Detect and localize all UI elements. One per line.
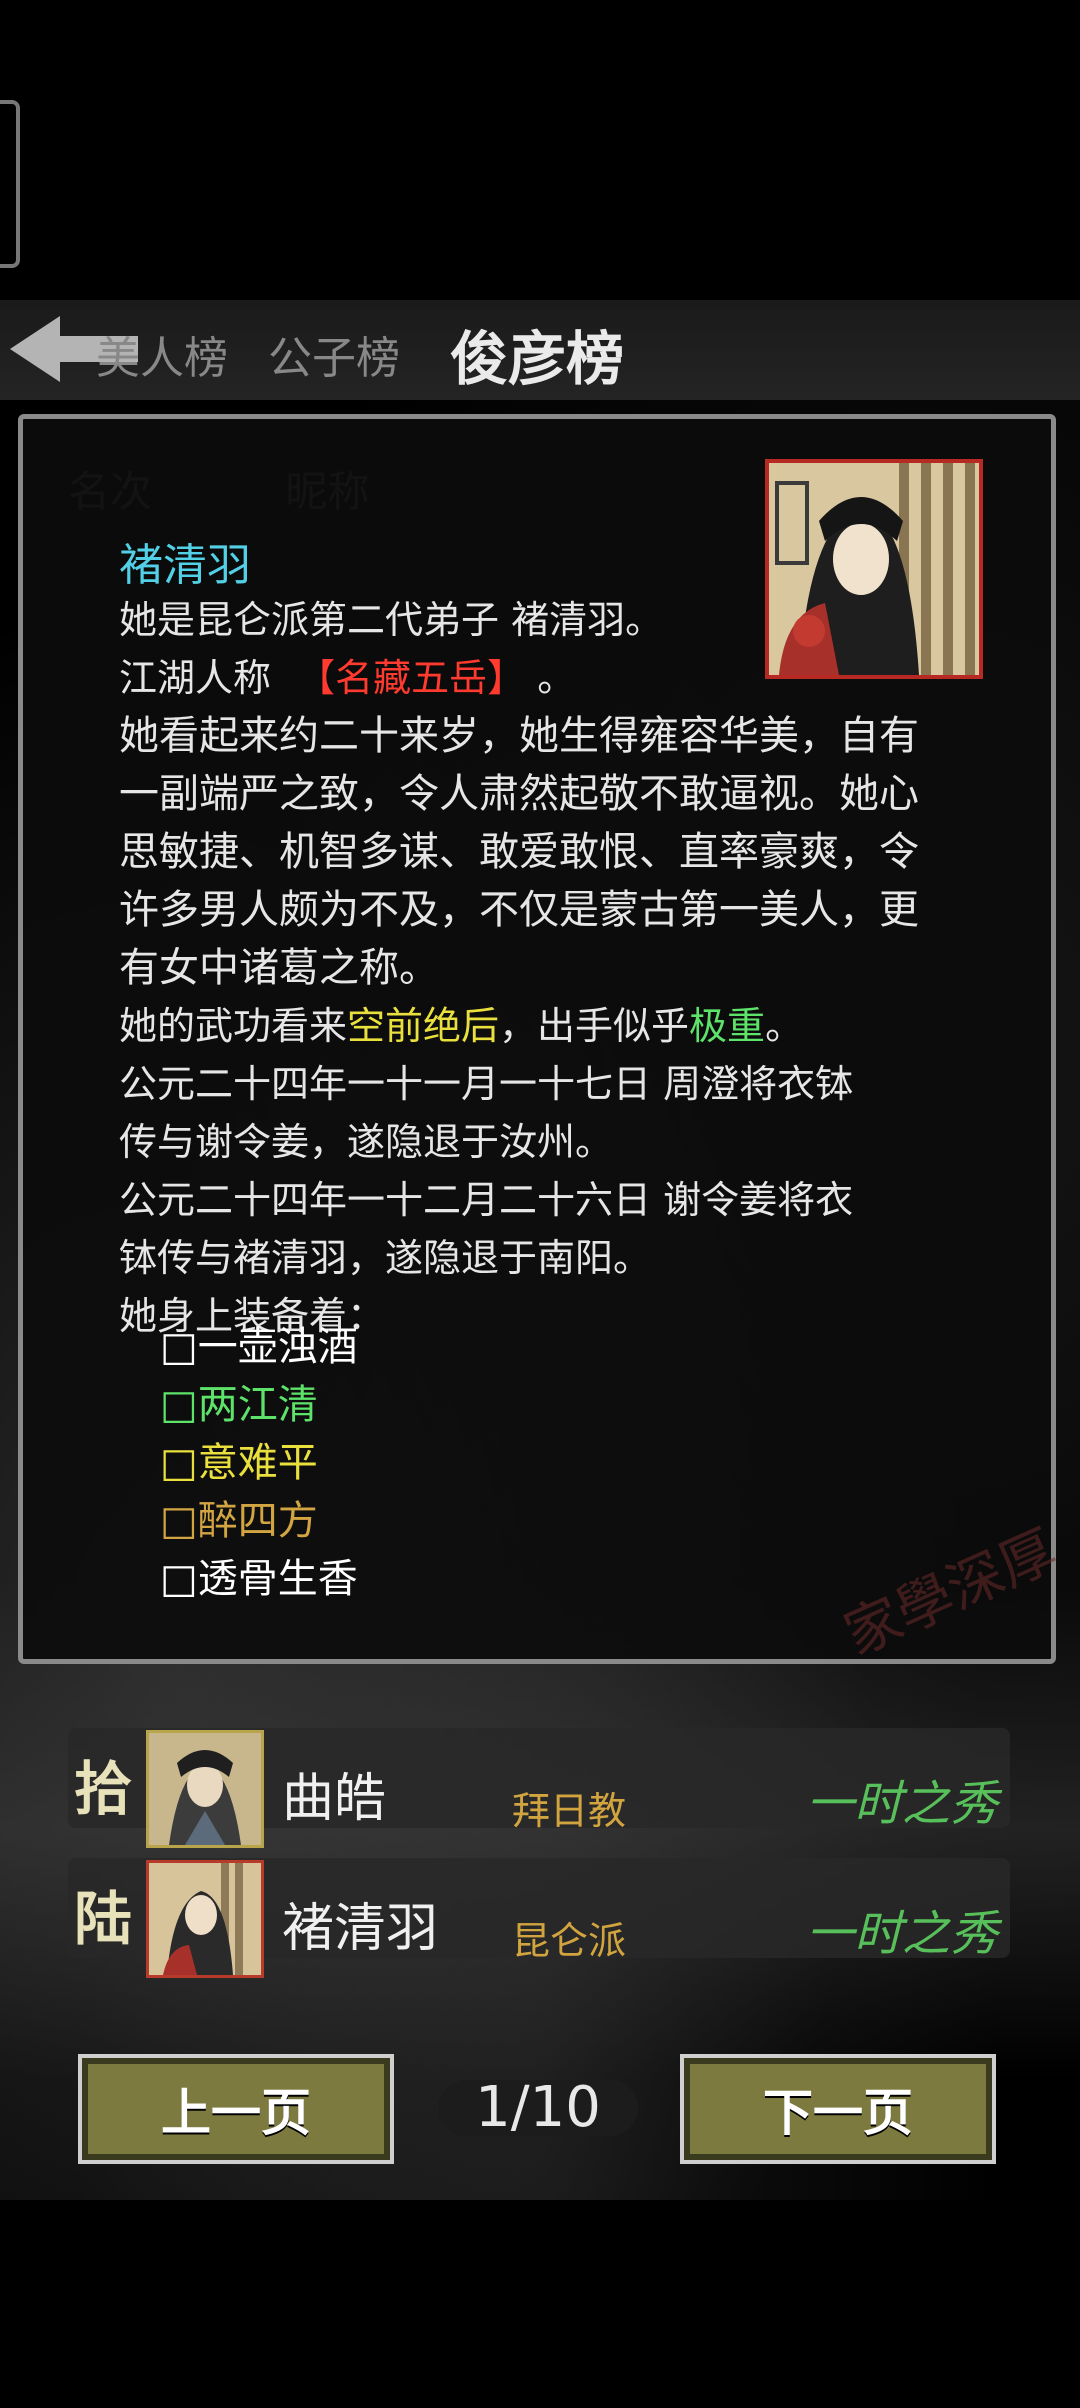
desc-line-martial: 她的武功看来空前绝后，出手似乎极重。 [119,997,999,1055]
equipment-list: □一壶浊酒 □两江清 □意难平 □醉四方 □透骨生香 [160,1318,358,1608]
next-page-button[interactable]: 下一页 [680,2054,996,2164]
row-rank: 陆 [74,1885,133,1953]
desc-line: 思敏捷、机智多谋、敢爱敢恨、直率豪爽，令 [119,829,919,875]
desc-line: 公元二十四年一十一月一十七日 周澄将衣钵 [119,1062,854,1106]
desc-martial-mid: ，出手似乎 [499,1004,690,1048]
row-sect: 昆仑派 [512,1919,627,1963]
list-row[interactable]: 陆 褚清羽 昆仑派 一时之秀 [68,1858,1010,1978]
desc-martial-suffix: 。 [765,1004,804,1048]
desc-line: 钵传与褚清羽，遂隐退于南阳。 [119,1236,652,1280]
desc-line: 有女中诸葛之称。 [119,945,439,991]
prev-page-button[interactable]: 上一页 [78,2054,394,2164]
tab-beauty-ranking[interactable]: 美人榜 [96,322,228,386]
desc-line-nickname: 江湖人称 【名藏五岳】 。 [119,649,999,707]
tab-gentleman-ranking[interactable]: 公子榜 [268,322,400,386]
row-title: 一时之秀 [805,1776,998,1832]
ranking-tab-bar: 美人榜 公子榜 俊彦榜 [0,300,1080,400]
row-avatar[interactable] [146,1730,264,1848]
row-sect: 拜日教 [512,1789,627,1833]
desc-martial-prefix: 她的武功看来 [119,1004,348,1048]
row-avatar[interactable] [146,1860,264,1978]
desc-line: 公元二十四年一十二月二十六日 谢令姜将衣 [119,1178,854,1222]
row-title: 一时之秀 [805,1906,998,1962]
top-left-bracket [0,100,20,268]
desc-strike-level: 极重 [689,1004,766,1048]
desc-nickname-suffix: 。 [537,656,576,700]
row-name: 曲皓 [282,1769,387,1829]
equipment-item[interactable]: □透骨生香 [160,1550,358,1608]
desc-nickname-prefix: 江湖人称 [119,656,272,700]
equipment-item[interactable]: □醉四方 [160,1492,358,1550]
tab-talent-ranking[interactable]: 俊彦榜 [450,312,624,396]
desc-line-sect: 她是昆仑派第二代弟子 褚清羽。 [119,598,664,642]
character-description: 她是昆仑派第二代弟子 褚清羽。 江湖人称 【名藏五岳】 。 她看起来约二十来岁，… [119,591,999,1345]
equipment-item[interactable]: □意难平 [160,1434,358,1492]
portrait-icon [149,1863,261,1975]
portrait-icon [149,1733,261,1845]
row-name: 褚清羽 [282,1899,439,1959]
list-row[interactable]: 拾 曲皓 拜日教 一时之秀 [68,1728,1010,1848]
equipment-item[interactable]: □一壶浊酒 [160,1318,358,1376]
character-name: 褚清羽 [119,540,251,591]
desc-line: 许多男人颇为不及，不仅是蒙古第一美人，更 [119,887,919,933]
page-indicator: 1/10 [438,2080,638,2136]
desc-martial-level: 空前绝后 [347,1004,500,1048]
equipment-item[interactable]: □两江清 [160,1376,358,1434]
desc-line: 一副端严之致，令人肃然起敬不敢逼视。她心 [119,771,919,817]
desc-nickname: 【名藏五岳】 [297,656,526,700]
desc-line: 她看起来约二十来岁，她生得雍容华美，自有 [119,713,919,759]
row-rank: 拾 [74,1755,133,1823]
desc-line: 传与谢令姜，遂隐退于汝州。 [119,1120,614,1164]
